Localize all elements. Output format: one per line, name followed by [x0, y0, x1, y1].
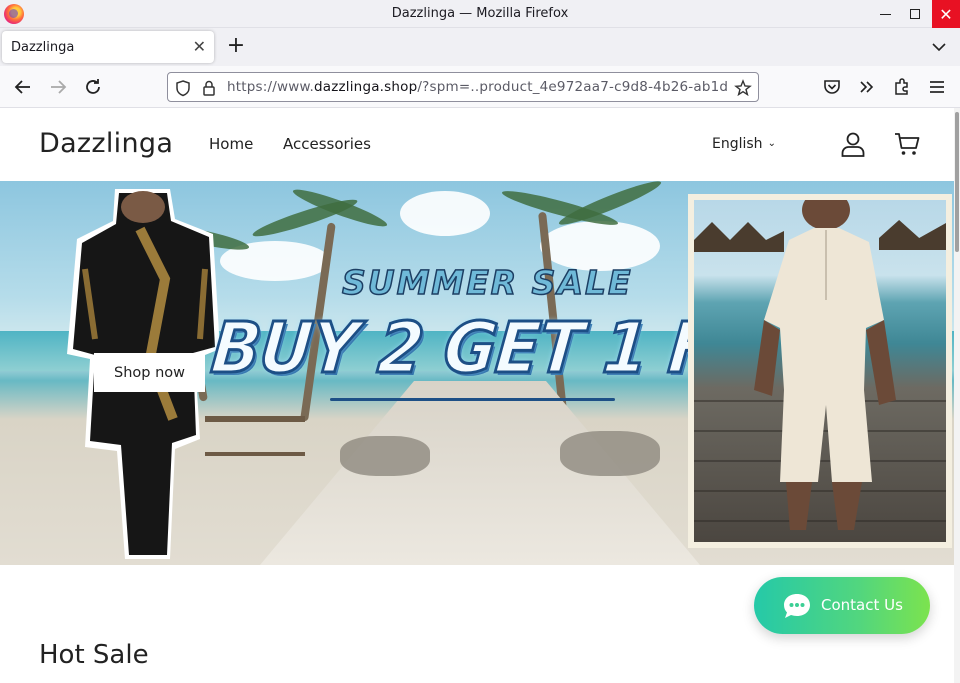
- hamburger-menu-icon[interactable]: [926, 76, 948, 98]
- url-text[interactable]: https://www.dazzlinga.shop/?spm=..produc…: [227, 79, 728, 95]
- back-arrow-icon[interactable]: [12, 76, 34, 98]
- minimize-icon: [879, 13, 891, 15]
- hero-subtitle: SUMMER SALE: [341, 262, 633, 303]
- new-tab-button[interactable]: +: [224, 33, 248, 59]
- bookmark-star-icon[interactable]: [734, 79, 752, 97]
- close-window-button[interactable]: ✕: [932, 0, 960, 28]
- maximize-button[interactable]: [900, 0, 930, 28]
- tab-list-chevron-icon[interactable]: [928, 37, 950, 57]
- scrollbar-thumb[interactable]: [955, 112, 959, 252]
- shopping-cart-icon[interactable]: [893, 130, 921, 158]
- url-host: dazzlinga.shop: [313, 79, 418, 95]
- forward-arrow-icon[interactable]: [47, 76, 69, 98]
- window-title: Dazzlinga — Mozilla Firefox: [391, 6, 569, 21]
- rocks: [340, 436, 430, 476]
- product-photo-frame: [688, 194, 952, 548]
- navigation-toolbar: https://www.dazzlinga.shop/?spm=..produc…: [0, 66, 960, 108]
- hero-underline: [330, 398, 615, 401]
- tab-bar: Dazzlinga ✕: [0, 28, 960, 66]
- account-user-icon[interactable]: [839, 130, 867, 158]
- maximize-icon: [910, 9, 920, 19]
- reload-icon[interactable]: [82, 76, 104, 98]
- language-selector[interactable]: English ⌄: [712, 136, 776, 152]
- page-scrollbar[interactable]: [954, 108, 960, 683]
- tab-dazzlinga[interactable]: Dazzlinga ✕: [2, 31, 214, 63]
- tab-close-button[interactable]: ✕: [193, 37, 206, 56]
- url-path: /?spm=..product_4e972aa7-c9d8-4b26-ab1d: [417, 79, 729, 95]
- extensions-puzzle-icon[interactable]: [891, 76, 913, 98]
- tab-title: Dazzlinga: [11, 40, 75, 55]
- overflow-chevrons-icon[interactable]: [856, 76, 878, 98]
- close-icon: ✕: [939, 4, 953, 24]
- rocks: [560, 431, 660, 476]
- site-header: Dazzlinga Home Accessories English ⌄: [0, 108, 954, 181]
- address-bar[interactable]: https://www.dazzlinga.shop/?spm=..produc…: [167, 72, 759, 102]
- chat-bubble-icon: [784, 594, 810, 618]
- url-prefix: https://www.: [227, 79, 314, 95]
- shield-icon[interactable]: [174, 79, 192, 97]
- minimize-button[interactable]: [870, 0, 900, 28]
- hero-banner[interactable]: SUMMER SALE BUY 2 GET 1 FREE Shop now: [0, 181, 954, 565]
- model-beige-outfit: [754, 200, 896, 530]
- chevron-down-icon: ⌄: [767, 138, 776, 149]
- hot-sale-heading: Hot Sale: [39, 640, 149, 670]
- lock-icon[interactable]: [200, 79, 218, 97]
- language-label: English: [712, 136, 763, 152]
- product-photo: [694, 200, 946, 542]
- window-title-bar: Dazzlinga — Mozilla Firefox ✕: [0, 0, 960, 28]
- cloud: [400, 191, 490, 236]
- contact-us-button[interactable]: Contact Us: [754, 577, 930, 634]
- nav-link-home[interactable]: Home: [209, 135, 253, 153]
- nav-link-accessories[interactable]: Accessories: [283, 135, 371, 153]
- site-logo[interactable]: Dazzlinga: [39, 128, 173, 159]
- pocket-icon[interactable]: [821, 76, 843, 98]
- shop-now-button[interactable]: Shop now: [94, 353, 205, 392]
- contact-us-label: Contact Us: [821, 596, 903, 614]
